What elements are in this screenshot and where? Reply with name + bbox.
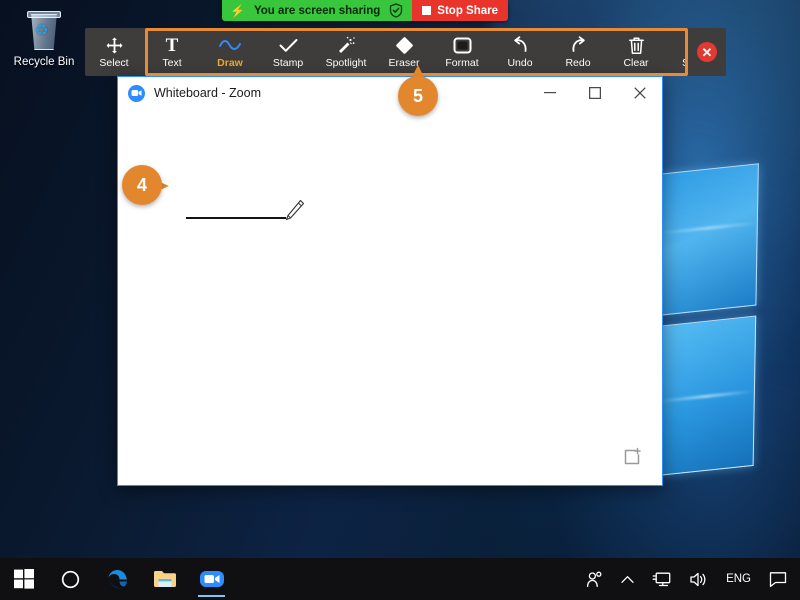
minimize-icon[interactable] [527,77,572,109]
squiggle-draw-icon [219,36,241,55]
stop-square-icon [422,6,432,15]
windows-taskbar: ENG [0,558,800,600]
windows-start-icon[interactable] [0,558,47,600]
recycle-bin-label: Recycle Bin [13,56,75,68]
whiteboard-titlebar[interactable]: Whiteboard - Zoom [118,77,662,109]
system-tray: ENG [579,558,800,600]
tool-spotlight[interactable]: Spotlight [317,28,375,76]
language-label: ENG [726,573,751,585]
pencil-cursor-icon [283,199,305,223]
monitor-network-icon[interactable] [645,558,678,600]
format-swatch-icon [453,36,472,55]
tool-clear-label: Clear [623,56,649,69]
callout-marker-4: 4 [122,165,169,205]
edge-browser-icon[interactable] [94,558,141,600]
lightning-bolt-icon: ⚡ [230,3,245,18]
taskbar-zoom-icon[interactable] [188,558,235,600]
desktop-screen: ♻ Recycle Bin ⚡ You are screen sharing S… [0,0,800,600]
chevron-up-icon[interactable] [614,558,641,600]
whiteboard-canvas[interactable] [118,109,662,485]
logo-pane-bottom [655,315,757,477]
tool-stamp[interactable]: Stamp [259,28,317,76]
undo-arrow-icon [511,36,530,55]
tool-undo[interactable]: Undo [491,28,549,76]
logo-glare-1 [659,221,758,235]
tool-spotlight-label: Spotlight [325,56,367,69]
checkmark-stamp-icon [279,36,298,55]
tool-undo-label: Undo [507,56,533,69]
tool-draw-label: Draw [217,56,243,69]
eraser-icon [395,36,414,55]
tool-draw[interactable]: Draw [201,28,259,76]
recycle-bin[interactable]: ♻ Recycle Bin [8,10,80,70]
tool-select[interactable]: Select [85,28,143,76]
close-circle-icon: ✕ [697,42,717,62]
tool-select-label: Select [99,56,129,69]
close-icon[interactable] [617,77,662,109]
shield-check-icon [389,3,403,18]
drawn-annotation-line [186,217,286,219]
speaker-volume-icon[interactable] [682,558,715,600]
move-arrows-icon [106,36,123,55]
whiteboard-window: Whiteboard - Zoom [117,76,663,486]
whiteboard-title: Whiteboard - Zoom [154,86,261,100]
stop-share-button[interactable]: Stop Share [412,0,509,21]
maximize-icon[interactable] [572,77,617,109]
recycle-symbol: ♻ [35,22,49,39]
stop-share-label: Stop Share [437,4,499,17]
logo-glare-2 [656,389,755,404]
annotation-toolbar-close-button[interactable]: ✕ [688,28,726,76]
tool-redo[interactable]: Redo [549,28,607,76]
callout-5-number: 5 [398,76,438,116]
tool-text[interactable]: T Text [143,28,201,76]
annotation-toolbar: Select T Text Draw Stamp Spotlight Erase… [85,28,723,76]
spotlight-wand-icon [337,36,356,55]
cortana-circle-icon[interactable] [47,558,94,600]
tool-redo-label: Redo [565,56,591,69]
tool-text-label: Text [162,56,182,69]
text-t-icon: T [165,34,179,56]
windows-hero-logo [655,162,773,504]
folder-icon[interactable] [141,558,188,600]
window-controls [527,77,662,109]
sharing-message: You are screen sharing [253,4,381,17]
tool-format[interactable]: Format [433,28,491,76]
sharing-status: ⚡ You are screen sharing [222,0,413,21]
speech-bubble-icon[interactable] [762,558,794,600]
people-icon[interactable] [579,558,610,600]
screen-sharing-banner: ⚡ You are screen sharing Stop Share [222,0,509,21]
recycle-bin-icon: ♻ [24,10,64,52]
callout-4-number: 4 [122,165,162,205]
tool-stamp-label: Stamp [272,56,304,69]
tool-clear[interactable]: Clear [607,28,665,76]
callout-marker-5: 5 [398,65,438,116]
tool-format-label: Format [445,56,479,69]
language-indicator[interactable]: ENG [719,558,758,600]
add-page-icon[interactable] [622,447,642,467]
trash-clear-icon [628,36,645,55]
redo-arrow-icon [569,36,588,55]
zoom-camera-icon [128,84,145,102]
logo-pane-top [658,163,759,316]
taskbar-apps [0,558,235,600]
